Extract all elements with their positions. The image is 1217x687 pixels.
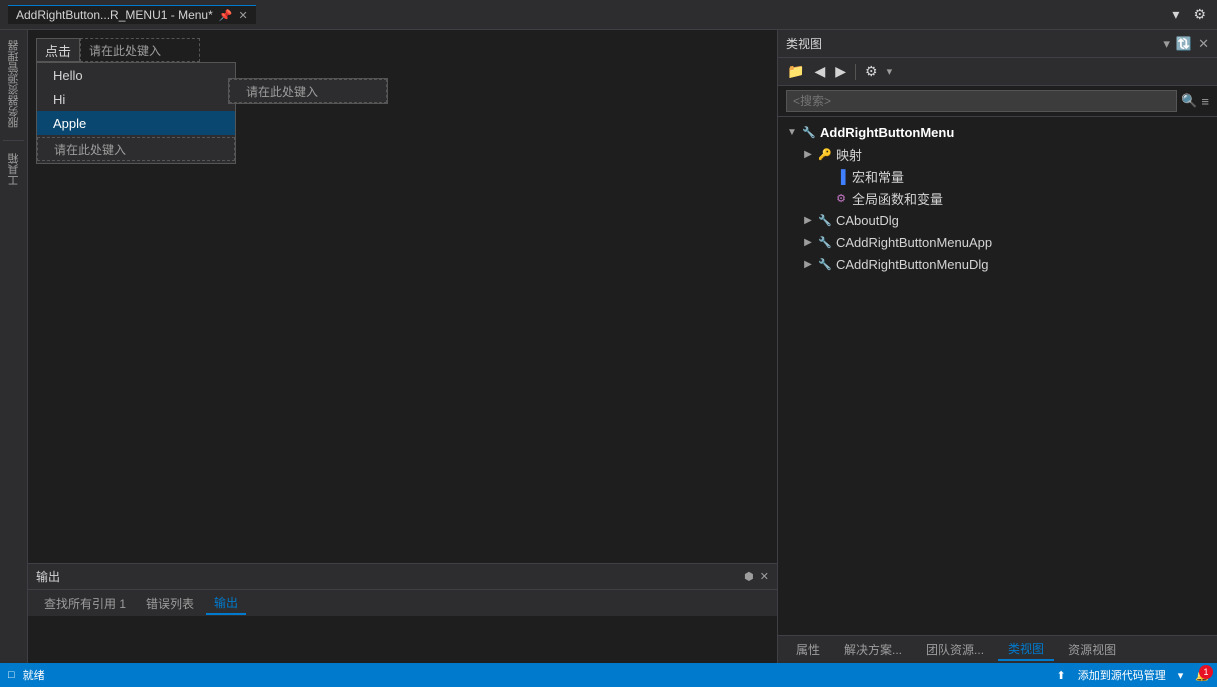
submenu-placeholder[interactable]: 请在此处键入 (229, 79, 387, 103)
cdlg-icon: 🔧 (817, 256, 833, 272)
tree-view: ▼ 🔧 AddRightButtonMenu ▶ 🔑 映射 ▐ 宏和常量 ⚙ 全… (778, 117, 1217, 635)
dropdown-icon[interactable]: ▾ (1169, 4, 1182, 25)
output-panel: 输出 ⬢ ✕ 查找所有引用 1 错误列表 输出 (28, 563, 777, 663)
right-bottom-tab-row: 属性 解决方案... 团队资源... 类视图 资源视图 (778, 635, 1217, 663)
tree-item-macros[interactable]: ▐ 宏和常量 (778, 165, 1217, 187)
capp-expand-icon[interactable]: ▶ (802, 237, 814, 248)
forward-icon[interactable]: ▶ (832, 61, 849, 82)
class-view-title: 类视图 (786, 35, 1163, 52)
notification-badge: 1 (1199, 665, 1213, 679)
macros-icon: ▐ (833, 168, 849, 184)
menu-dropdown: Hello Hi Apple 请在此处键入 (36, 62, 236, 164)
cdlg-expand-icon[interactable]: ▶ (802, 259, 814, 270)
class-view-toolbar: 📁 ◀ ▶ ⚙ ▾ (778, 58, 1217, 86)
macros-label: 宏和常量 (852, 167, 904, 186)
sidebar-item-server-explorer[interactable]: 服务器资源管理器 (4, 34, 24, 134)
status-bar: □ 就绪 ⬆ 添加到源代码管理 ▾ 🔔 1 (0, 663, 1217, 687)
main-layout: 服务器资源管理器 工具箱 点击 Hello Hi Apple 请在此处键入 (0, 30, 1217, 663)
top-tab-bar: AddRightButton...R_MENU1 - Menu* 📌 ✕ ▾ ⚙ (0, 0, 1217, 30)
output-tab-output[interactable]: 输出 (206, 592, 246, 615)
class-view-dropdown-icon[interactable]: ▾ (1163, 36, 1170, 52)
top-placeholder[interactable]: 请在此处键入 (80, 38, 200, 62)
root-icon: 🔧 (801, 124, 817, 140)
mapping-label: 映射 (836, 145, 862, 164)
tree-item-capp[interactable]: ▶ 🔧 CAddRightButtonMenuApp (778, 231, 1217, 253)
source-control-text[interactable]: 添加到源代码管理 (1078, 667, 1166, 683)
tree-item-root[interactable]: ▼ 🔧 AddRightButtonMenu (778, 121, 1217, 143)
capp-label: CAddRightButtonMenuApp (836, 235, 992, 250)
tree-item-cdlg[interactable]: ▶ 🔧 CAddRightButtonMenuDlg (778, 253, 1217, 275)
source-control-icon: ⬆ (1057, 669, 1066, 682)
class-view-pin-icon[interactable]: 🔃 (1176, 36, 1192, 52)
tab-resourceview[interactable]: 资源视图 (1058, 639, 1126, 660)
toolbar-settings-icon[interactable]: ⚙ (862, 61, 881, 82)
source-control-dropdown[interactable]: ▾ (1178, 669, 1184, 682)
mapping-icon: 🔑 (817, 146, 833, 162)
search-menu-button[interactable]: ≡ (1201, 94, 1209, 109)
tree-item-globals[interactable]: ⚙ 全局函数和变量 (778, 187, 1217, 209)
class-view-close-icon[interactable]: ✕ (1198, 36, 1209, 52)
menu-top-row: 点击 Hello Hi Apple 请在此处键入 请在此处键入 (36, 38, 769, 62)
dropdown-item-hi[interactable]: Hi (37, 87, 235, 111)
output-actions: ⬢ ✕ (744, 570, 769, 583)
toolbar-sep (855, 64, 856, 80)
class-view-actions: ▾ 🔃 ✕ (1163, 36, 1209, 52)
notification-icon[interactable]: 🔔 1 (1195, 669, 1209, 682)
tab-pin-icon[interactable]: 📌 (219, 9, 233, 22)
output-tab-errors[interactable]: 错误列表 (138, 593, 202, 614)
root-expand-icon[interactable]: ▼ (786, 127, 798, 138)
dropdown-item-hello[interactable]: Hello (37, 63, 235, 87)
root-label: AddRightButtonMenu (820, 125, 954, 140)
right-panel: 类视图 ▾ 🔃 ✕ 📁 ◀ ▶ ⚙ ▾ 🔍 ≡ ▼ 🔧 AddRig (777, 30, 1217, 663)
tab-solution[interactable]: 解决方案... (834, 639, 912, 660)
cabout-label: CAboutDlg (836, 213, 899, 228)
tab-classview[interactable]: 类视图 (998, 638, 1054, 661)
dropdown-placeholder[interactable]: 请在此处键入 (37, 137, 235, 161)
tree-item-mapping[interactable]: ▶ 🔑 映射 (778, 143, 1217, 165)
globals-label: 全局函数和变量 (852, 189, 943, 208)
output-content (28, 616, 777, 663)
menu-item-click: 点击 Hello Hi Apple 请在此处键入 (36, 38, 80, 62)
cdlg-label: CAddRightButtonMenuDlg (836, 257, 988, 272)
center-content: 点击 Hello Hi Apple 请在此处键入 请在此处键入 请在此处键入 (28, 30, 777, 663)
search-input[interactable] (786, 90, 1177, 112)
tab-close-icon[interactable]: ✕ (238, 9, 247, 22)
toolbar-settings-dropdown[interactable]: ▾ (887, 65, 893, 78)
folder-icon[interactable]: 📁 (784, 61, 807, 82)
status-bar-right: ⬆ 添加到源代码管理 ▾ 🔔 1 (1057, 667, 1209, 683)
tab-title-text: AddRightButton...R_MENU1 - Menu* (16, 8, 213, 22)
status-icon: □ (8, 669, 15, 681)
mapping-expand-icon[interactable]: ▶ (802, 149, 814, 160)
capp-icon: 🔧 (817, 234, 833, 250)
sidebar-divider (3, 140, 25, 141)
class-view-header: 类视图 ▾ 🔃 ✕ (778, 30, 1217, 58)
search-button[interactable]: 🔍 (1181, 93, 1197, 109)
search-row: 🔍 ≡ (778, 86, 1217, 117)
cabout-icon: 🔧 (817, 212, 833, 228)
menu-editor: 点击 Hello Hi Apple 请在此处键入 请在此处键入 请在此处键入 (28, 30, 777, 563)
output-close-icon[interactable]: ✕ (760, 570, 769, 583)
editor-tab[interactable]: AddRightButton...R_MENU1 - Menu* 📌 ✕ (8, 5, 256, 24)
settings-icon[interactable]: ⚙ (1190, 4, 1209, 25)
output-tab-find[interactable]: 查找所有引用 1 (36, 593, 134, 614)
left-sidebar: 服务器资源管理器 工具箱 (0, 30, 28, 663)
globals-icon: ⚙ (833, 190, 849, 206)
output-pin-icon[interactable]: ⬢ (744, 570, 754, 583)
click-button[interactable]: 点击 (36, 38, 80, 62)
output-header: 输出 ⬢ ✕ (28, 564, 777, 590)
tab-properties[interactable]: 属性 (786, 639, 830, 660)
back-icon[interactable]: ◀ (811, 61, 828, 82)
top-bar-actions: ▾ ⚙ (1169, 4, 1209, 25)
dropdown-item-apple[interactable]: Apple (37, 111, 235, 135)
sidebar-item-toolbox[interactable]: 工具箱 (4, 147, 24, 192)
status-text: 就绪 (23, 667, 45, 683)
output-title: 输出 (36, 568, 60, 585)
submenu-popup: 请在此处键入 (228, 78, 388, 104)
tree-item-caboutdlg[interactable]: ▶ 🔧 CAboutDlg (778, 209, 1217, 231)
tab-team[interactable]: 团队资源... (916, 639, 994, 660)
output-tabs: 查找所有引用 1 错误列表 输出 (28, 590, 777, 616)
cabout-expand-icon[interactable]: ▶ (802, 215, 814, 226)
